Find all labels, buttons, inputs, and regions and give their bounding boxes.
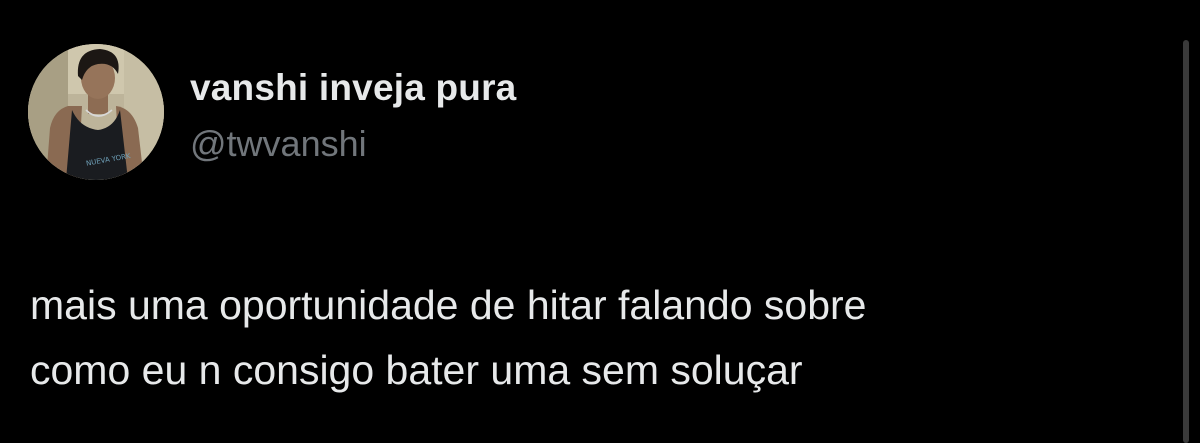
tweet-text-line: como eu n consigo bater uma sem soluçar [30,347,803,393]
display-name[interactable]: vanshi inveja pura [190,68,516,108]
tweet[interactable]: NUEVA YORK vanshi inveja pura @twvanshi … [0,0,1200,443]
user-handle[interactable]: @twvanshi [190,124,367,164]
tweet-text: mais uma oportunidade de hitar falando s… [30,273,1150,403]
profile-photo-avatar: NUEVA YORK [28,44,164,180]
tweet-text-line: mais uma oportunidade de hitar falando s… [30,282,867,328]
scrollbar[interactable] [1183,40,1189,443]
avatar[interactable]: NUEVA YORK [28,44,164,180]
